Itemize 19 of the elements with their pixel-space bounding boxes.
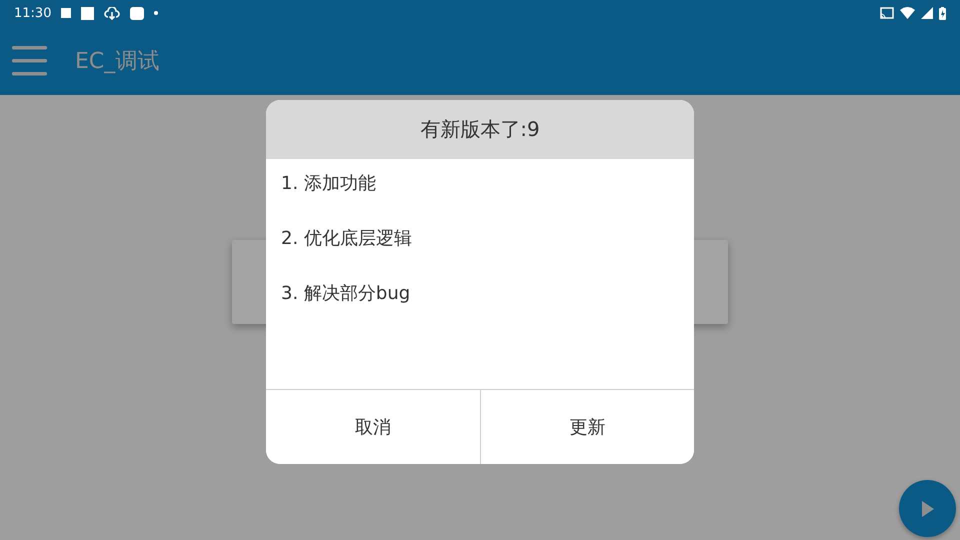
changelog-item: 3. 解决部分bug xyxy=(281,283,412,305)
play-icon xyxy=(922,500,934,516)
cast-icon xyxy=(880,7,894,19)
changelog-item: 1. 添加功能 xyxy=(281,173,377,195)
signal-icon xyxy=(921,7,933,19)
status-time: 11:30 xyxy=(14,6,52,20)
battery-icon xyxy=(939,6,946,20)
app-title: EC_调试 xyxy=(75,48,160,76)
play-button[interactable] xyxy=(899,480,956,537)
dialog-title: 有新版本了:9 xyxy=(266,100,694,159)
square-icon xyxy=(130,6,144,20)
changelog-item: 2. 优化底层逻辑 xyxy=(281,228,413,250)
wifi-icon xyxy=(900,7,915,19)
square-icon xyxy=(81,6,94,20)
notification-icon xyxy=(61,8,72,18)
update-button[interactable]: 更新 xyxy=(480,390,694,464)
dot-icon xyxy=(154,11,158,15)
menu-icon[interactable] xyxy=(12,46,47,76)
cloud-download-icon xyxy=(104,6,120,20)
